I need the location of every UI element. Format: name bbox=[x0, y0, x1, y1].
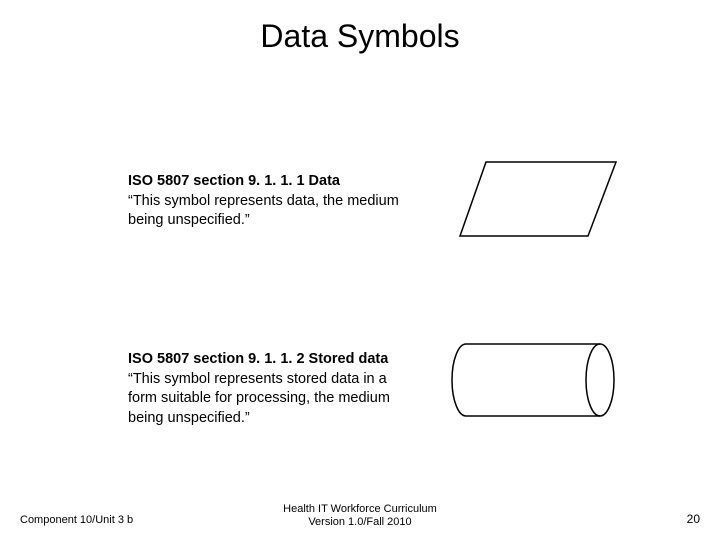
footer-line-1: Health IT Workforce Curriculum bbox=[0, 503, 720, 517]
footer-line-2: Version 1.0/Fall 2010 bbox=[0, 516, 720, 530]
section-heading: ISO 5807 section 9. 1. 1. 1 Data bbox=[128, 173, 340, 189]
section-heading: ISO 5807 section 9. 1. 1. 2 Stored data bbox=[128, 351, 388, 367]
section-description: “This symbol represents stored data in a… bbox=[128, 371, 390, 426]
section-stored-data-symbol: ISO 5807 section 9. 1. 1. 2 Stored data … bbox=[128, 350, 418, 428]
section-description: “This symbol represents data, the medium… bbox=[128, 193, 399, 229]
section-data-symbol: ISO 5807 section 9. 1. 1. 1 Data “This s… bbox=[128, 172, 418, 231]
parallelogram-icon bbox=[458, 160, 618, 243]
footer-curriculum-label: Health IT Workforce Curriculum Version 1… bbox=[0, 503, 720, 531]
page-title: Data Symbols bbox=[0, 18, 720, 55]
page-number: 20 bbox=[687, 512, 700, 526]
stored-data-icon bbox=[440, 340, 616, 425]
